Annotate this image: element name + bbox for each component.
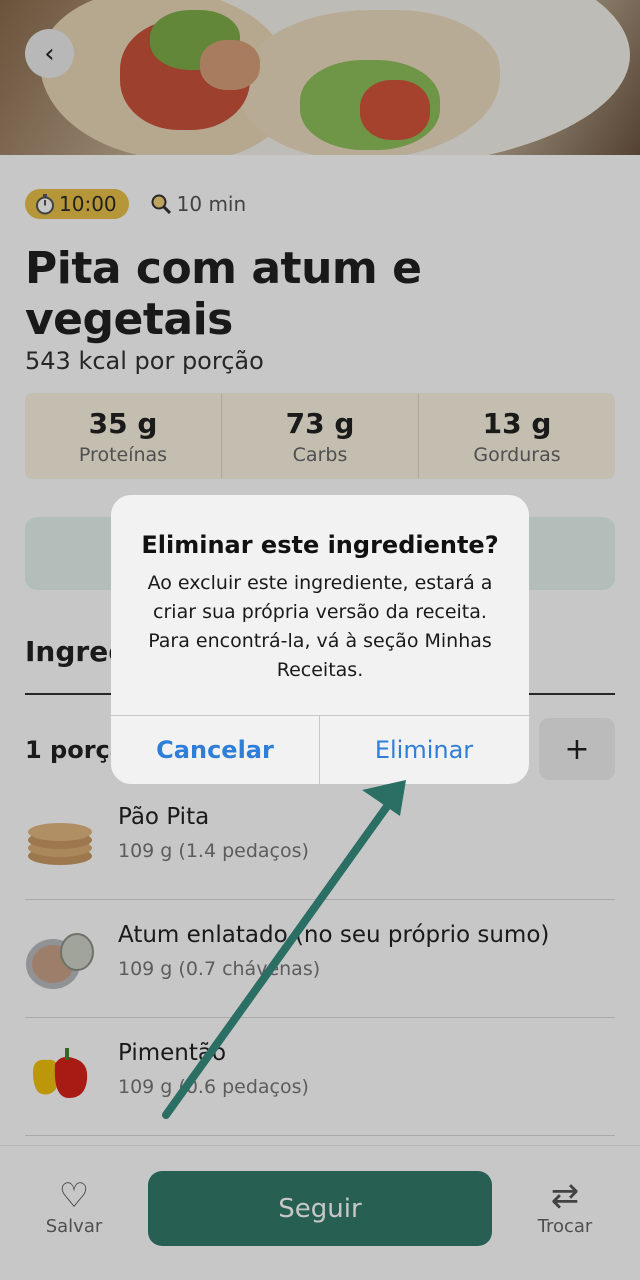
alert-title: Eliminar este ingrediente? bbox=[141, 531, 499, 559]
alert-message: Ao excluir este ingrediente, estará a cr… bbox=[147, 572, 493, 681]
cancel-button[interactable]: Cancelar bbox=[111, 716, 319, 784]
recipe-screen: ‹ 10:00 10 min Pita com atum e vegetais bbox=[0, 0, 640, 1280]
confirm-delete-button[interactable]: Eliminar bbox=[320, 716, 528, 784]
delete-ingredient-alert: Eliminar este ingrediente? Ao excluir es… bbox=[111, 495, 529, 784]
